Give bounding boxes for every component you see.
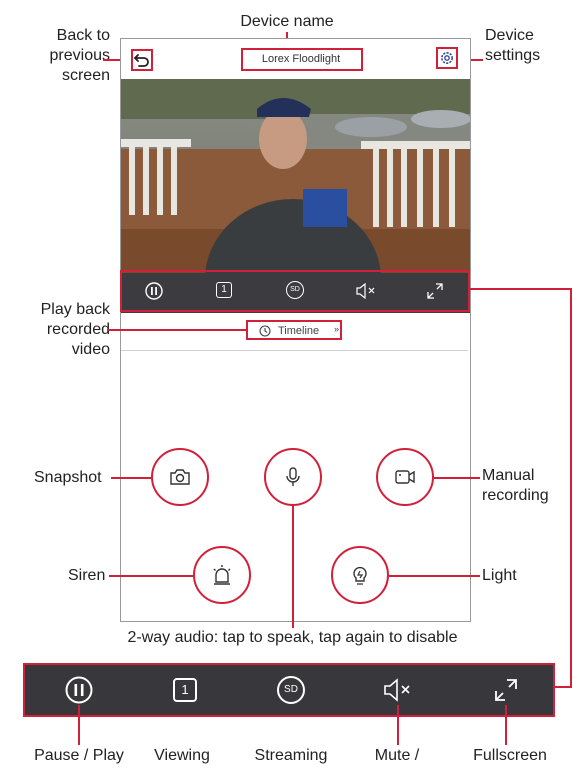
top-bar: Lorex Floodlight [121,39,470,79]
snapshot-button[interactable] [151,448,209,506]
callout-mute: Mute / [374,747,420,764]
back-button[interactable] [131,49,153,71]
callout-viewing: Viewing [154,747,210,764]
callout-fullscreen: Fullscreen [473,747,547,764]
callout-pause-play: Pause / Play [34,747,124,764]
settings-button[interactable] [436,47,458,69]
timeline-divider [121,350,468,351]
fullscreen-icon[interactable] [426,282,444,300]
device-name: Lorex Floodlight [261,53,341,65]
callout-device-name: Device name [240,13,334,30]
fullscreen-icon[interactable] [493,677,519,703]
callout-siren: Siren [68,567,106,584]
leader-siren [109,575,193,577]
leader-pause [78,705,80,745]
callout-two-way-audio: 2-way audio: tap to speak, tap again to … [127,629,458,646]
leader-controlbar-h2 [553,686,572,688]
chevron-down-icon: » [334,324,340,334]
timeline-label: Timeline [278,325,320,337]
record-button[interactable] [376,448,434,506]
callout-streaming: Streaming [254,747,328,764]
siren-icon [213,565,231,585]
back-arrow-icon [134,54,149,67]
sd-icon[interactable]: SD [277,676,305,704]
leader-controlbar-h [469,288,572,290]
leader-audio [292,506,294,628]
callout-back-text: Back to previous screen [49,27,110,84]
channel-icon[interactable]: 1 [173,678,197,702]
live-video-feed[interactable] [121,79,470,273]
leader-mute [397,705,399,745]
video-record-icon [395,470,415,484]
leader-playback [107,329,248,331]
mute-icon[interactable] [355,282,377,300]
leader-snapshot [111,477,151,479]
microphone-icon [286,467,300,486]
timeline-button[interactable]: Timeline » [246,320,342,340]
leader-light [389,575,480,577]
sd-icon[interactable]: SD [286,281,304,299]
callout-manual-recording: Manual recording [482,467,549,504]
talk-button[interactable] [264,448,322,506]
callout-playback: Play back recorded video [40,301,110,358]
leader-controlbar-v [570,288,572,688]
leader-recording [434,477,480,479]
callout-device-settings: Device settings [485,27,541,64]
leader-fullscreen [505,705,507,745]
callout-light: Light [482,567,517,584]
pause-icon[interactable] [64,675,94,705]
siren-button[interactable] [193,546,251,604]
camera-icon [170,469,190,485]
channel-icon[interactable]: 1 [216,282,232,298]
history-icon [259,325,271,337]
gear-icon [441,52,453,64]
callout-back: Back to previous screen [30,26,110,86]
light-button[interactable] [331,546,389,604]
pause-icon[interactable] [144,281,164,301]
lightbulb-icon [353,566,367,585]
callout-snapshot: Snapshot [34,469,102,486]
video-frame [121,79,470,273]
mute-icon[interactable] [382,677,414,703]
